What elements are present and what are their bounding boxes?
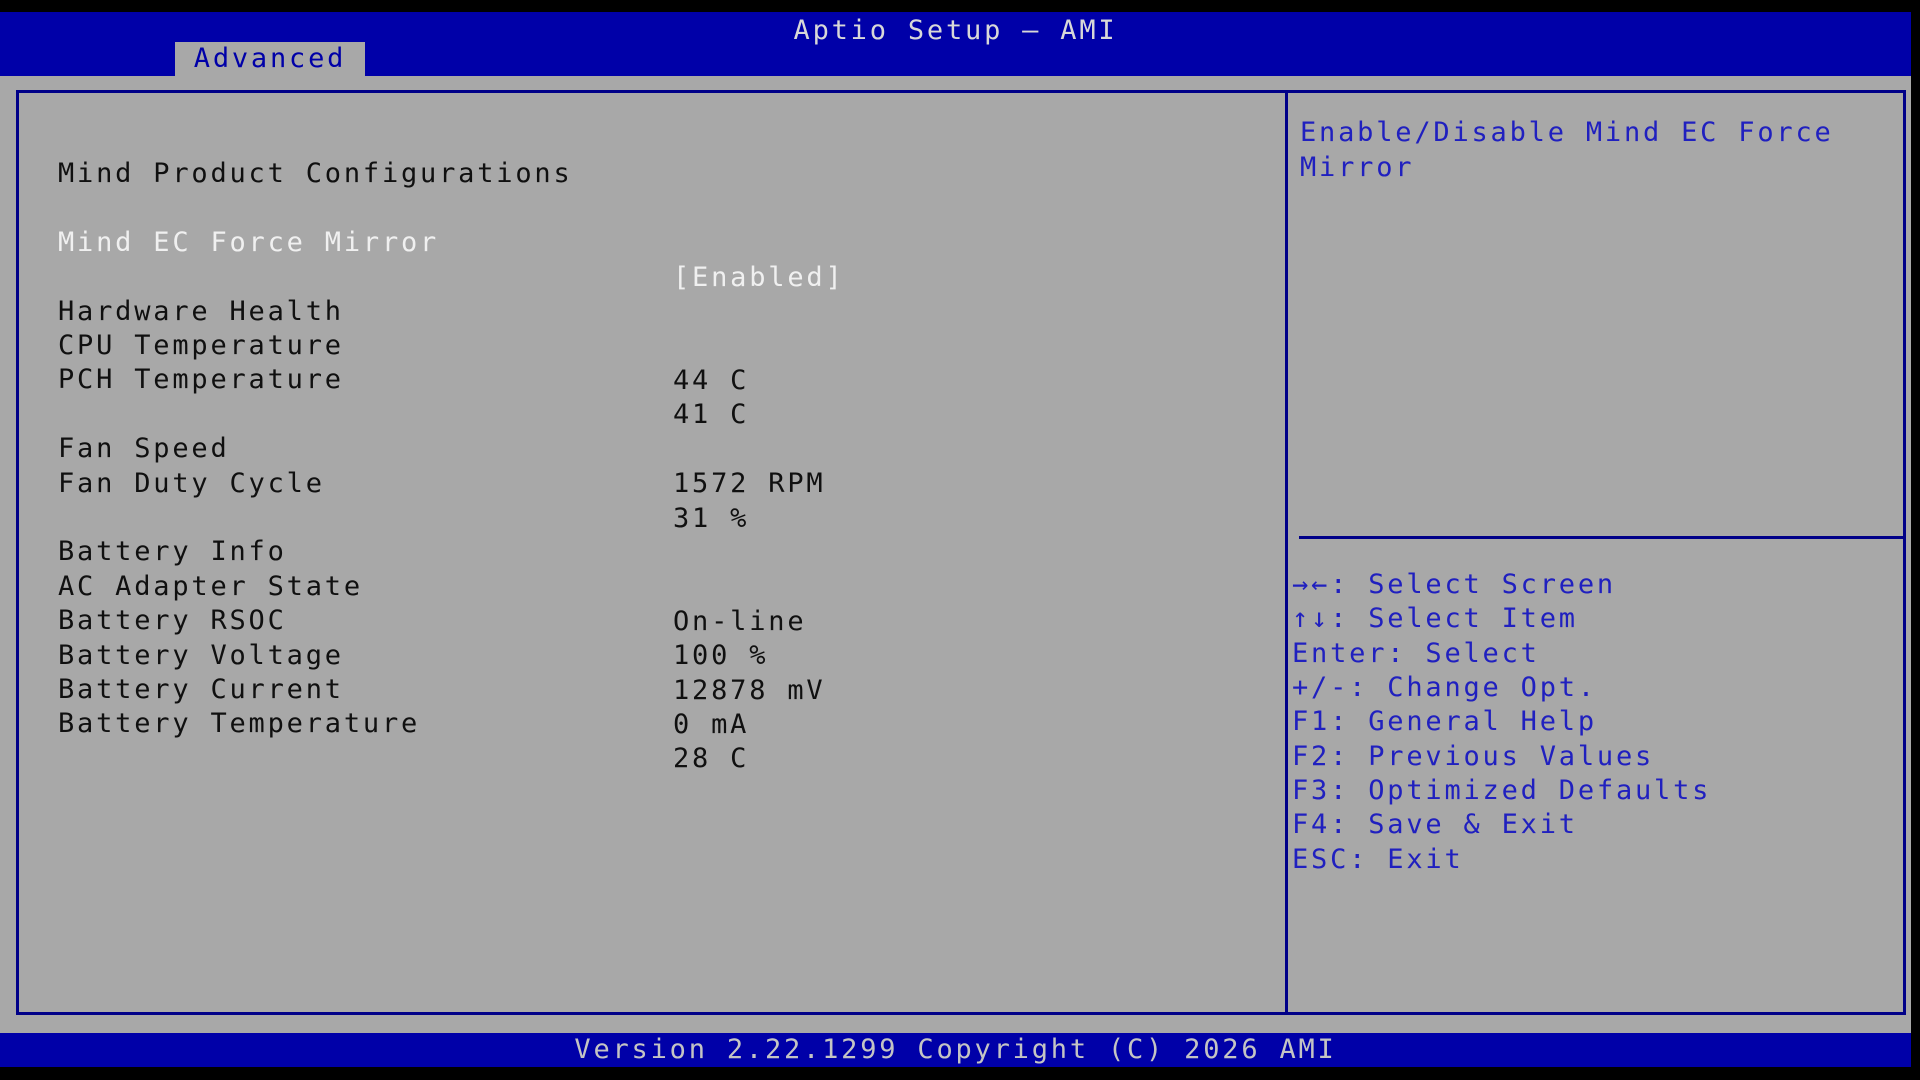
info-row-battery-voltage: Battery Voltage 12878 mV [0, 603, 76, 638]
bios-setup-screen: Aptio Setup — AMI Advanced Mind Product … [0, 0, 1920, 1080]
info-row-fan-duty-cycle: Fan Duty Cycle 31 % [0, 431, 76, 466]
legend-change-option: +/-: Change Opt. [1292, 670, 1597, 705]
item-help-text-line2: Mirror [1300, 150, 1414, 185]
option-row-mind-ec-force-mirror[interactable]: Mind EC Force Mirror [Enabled] [0, 190, 76, 225]
legend-f1-general-help: F1: General Help [1292, 704, 1597, 739]
info-value: 1572 RPM [673, 466, 825, 501]
section-heading: Hardware Health [0, 259, 76, 294]
legend-f4-save-exit: F4: Save & Exit [1292, 807, 1578, 842]
panel-divider [1285, 93, 1288, 1012]
info-row-pch-temperature: PCH Temperature 41 C [0, 327, 76, 362]
info-label: Battery RSOC [58, 603, 287, 638]
info-label: Fan Duty Cycle [58, 466, 325, 501]
info-row-battery-temperature: Battery Temperature 28 C [0, 671, 76, 706]
info-label: Battery Current [58, 672, 344, 707]
info-value: 44 C [673, 363, 749, 398]
info-row-battery-current: Battery Current 0 mA [0, 637, 76, 672]
info-row-fan-speed: Fan Speed 1572 RPM [0, 396, 76, 431]
info-label: Battery Voltage [58, 638, 344, 673]
info-value: 41 C [673, 397, 749, 432]
info-row-cpu-temperature: CPU Temperature 44 C [0, 293, 76, 328]
info-label: Battery Temperature [58, 706, 420, 741]
legend-f3-optimized-defaults: F3: Optimized Defaults [1292, 773, 1711, 808]
info-value: On-line [673, 604, 806, 639]
section-label: Mind Product Configurations [58, 156, 573, 191]
info-label: Fan Speed [58, 431, 230, 466]
version-copyright-text: Version 2.22.1299 Copyright (C) 2026 AMI [0, 1033, 1911, 1067]
info-value: 28 C [673, 741, 749, 776]
info-value: 0 mA [673, 707, 749, 742]
section-label: Hardware Health [58, 294, 344, 329]
legend-select-screen: →←: Select Screen [1292, 567, 1616, 602]
info-row-ac-adapter-state: AC Adapter State On-line [0, 534, 76, 569]
footer-bar: Version 2.22.1299 Copyright (C) 2026 AMI [0, 1033, 1911, 1067]
legend-select-item: ↑↓: Select Item [1292, 601, 1578, 636]
info-value: 31 % [673, 501, 749, 536]
legend-f2-previous-values: F2: Previous Values [1292, 739, 1654, 774]
legend-esc-exit: ESC: Exit [1292, 842, 1464, 877]
tab-advanced[interactable]: Advanced [175, 42, 365, 76]
info-value: 12878 mV [673, 673, 825, 708]
option-value: [Enabled] [673, 260, 845, 295]
info-label: CPU Temperature [58, 328, 344, 363]
legend-enter-select: Enter: Select [1292, 636, 1540, 671]
info-label: AC Adapter State [58, 569, 363, 604]
section-label: Battery Info [58, 534, 287, 569]
item-help-text-line1: Enable/Disable Mind EC Force [1300, 115, 1834, 150]
option-label: Mind EC Force Mirror [58, 225, 439, 260]
help-legend-divider [1299, 536, 1903, 539]
info-row-battery-rsoc: Battery RSOC 100 % [0, 568, 76, 603]
info-value: 100 % [673, 638, 768, 673]
section-heading: Battery Info [0, 499, 76, 534]
info-label: PCH Temperature [58, 362, 344, 397]
section-heading: Mind Product Configurations [0, 121, 76, 156]
